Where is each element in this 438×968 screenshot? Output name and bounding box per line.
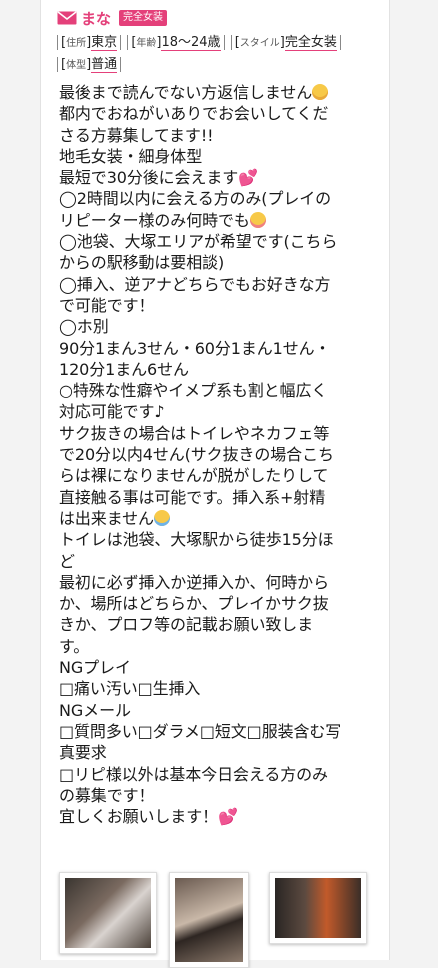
message-line: からの駅移動は要相談) (59, 253, 225, 273)
attr-style: [スタイル]完全女装 (230, 35, 341, 51)
message-line: 最後まで読んでない方返信しません (59, 83, 313, 102)
pleading-face-emoji (312, 84, 329, 100)
message-line: ◯挿入、逆アナどちらでもお好きな方 (59, 274, 331, 294)
attr-age: [年齢]18〜24歳 (127, 35, 225, 51)
message-line: ◯2時間以内に会える方のみ(プレイの (59, 189, 332, 209)
profile-photo-3[interactable] (269, 872, 367, 944)
sparkling-heart-emoji: 💕 (238, 168, 258, 188)
message-line: 90分1まん3せん・60分1まん1せん・ (59, 338, 331, 358)
message-line: NGメール (59, 700, 131, 720)
message-line: サク抜きの場合はトイレやネカフェ等 (59, 423, 330, 443)
message-line: らは裸になりませんが脱がしたりして (59, 466, 329, 486)
profile-attributes: [住所]東京 [年齢]18〜24歳 [スタイル]完全女装 [体型]普通 (57, 32, 387, 76)
profile-header: まな 完全女装 [住所]東京 [年齢]18〜24歳 [スタイル]完全女装 [体型… (57, 6, 387, 76)
message-line: の募集です！ (59, 785, 155, 805)
message-line: は出来ません (59, 508, 154, 528)
message-line: □リピ様以外は基本今日会える方のみ (59, 764, 328, 784)
message-line: ○特殊な性癖やイメプ系も割と幅広く (59, 381, 328, 401)
message-line: きか、プロフ等の記載お願い致しま (59, 615, 314, 635)
message-line: 宜しくお願いします！ (59, 807, 219, 827)
photo-gallery (57, 868, 387, 968)
profile-name[interactable]: まな (81, 8, 111, 29)
message-line: トイレは池袋、大塚駅から徒歩15分ほ (59, 530, 334, 550)
message-line: □痛い汚い□生挿入 (59, 679, 201, 699)
profile-card: まな 完全女装 [住所]東京 [年齢]18〜24歳 [スタイル]完全女装 [体型… (40, 0, 390, 968)
message-line: で可能です！ (59, 295, 155, 315)
message-line: ◯池袋、大塚エリアが希望です(こちら (59, 232, 338, 252)
message-line: 最初に必ず挿入か逆挿入か、何時から (59, 572, 329, 592)
sparkling-heart-emoji: 💕 (218, 807, 238, 827)
message-line: □質問多い□ダラメ□短文□服装含む写 (59, 721, 342, 741)
message-line: 直接触る事は可能です。挿入系+射精 (59, 487, 326, 507)
message-line: 真要求 (59, 743, 107, 763)
smiling-hearts-face-emoji (249, 211, 266, 228)
message-line: す。 (59, 636, 90, 656)
message-line: リピーター様のみ何時でも (59, 210, 250, 230)
attr-body-type: [体型]普通 (57, 57, 122, 73)
message-line: 対応可能です♪ (59, 402, 165, 422)
message-line: ど (59, 551, 75, 571)
message-body: 最後まで読んでない方返信しません 都内でおねがいありでお会いしてくだ さる方募集… (59, 82, 385, 827)
profile-photo-2[interactable] (169, 872, 249, 968)
photo-image (65, 878, 151, 948)
message-line: NGプレイ (59, 658, 131, 678)
profile-photo-1[interactable] (59, 872, 157, 954)
message-line: か、場所はどちらか、プレイかサク抜 (59, 594, 329, 614)
attr-location: [住所]東京 (57, 35, 122, 51)
photo-image (275, 878, 361, 938)
style-badge: 完全女装 (119, 10, 168, 26)
envelope-icon (57, 11, 77, 25)
message-line: 地毛女装・細身体型 (59, 146, 203, 166)
message-line: 120分1まん6せん (59, 359, 189, 379)
message-line: さる方募集してます!! (59, 125, 214, 145)
message-line: で20分以内4せん(サク抜きの場合こち (59, 445, 334, 465)
message-line: ◯ホ別 (59, 317, 109, 337)
photo-image (175, 878, 243, 962)
message-line: 都内でおねがいありでお会いしてくだ (59, 104, 329, 124)
message-line: 最短で30分後に会えます (59, 168, 239, 188)
crying-face-emoji (153, 509, 170, 526)
